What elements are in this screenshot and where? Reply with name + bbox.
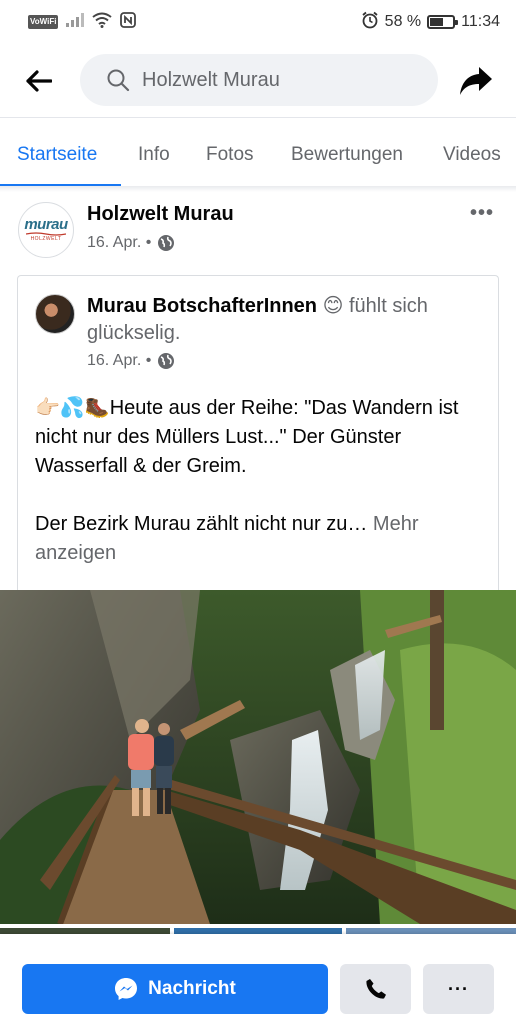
post-text: 👉🏻💦🥾Heute aus der Reihe: "Das Wandern is… [35,394,490,597]
shared-post-date[interactable]: 16. Apr. • [87,352,151,370]
shared-post-meta: 16. Apr. • [87,352,175,370]
post-text-paragraph: 👉🏻💦🥾Heute aus der Reihe: "Das Wandern is… [35,397,459,477]
post-photo[interactable] [0,590,516,924]
waterfall-hikers-image [0,590,516,924]
battery-icon [427,15,459,29]
call-button[interactable] [340,964,411,1014]
shared-post-title: Murau BotschafterInnen 😊 fühlt sich glüc… [87,293,487,347]
back-button[interactable] [22,64,56,98]
tab-videos[interactable]: Videos [443,144,501,166]
nfc-icon [120,11,137,33]
logo-wordmark: murau [24,216,68,233]
post-options-icon[interactable]: ••• [470,202,494,225]
message-button-label: Nachricht [148,978,236,999]
post-text-paragraph: Der Bezirk Murau zählt nicht nur zu… Meh… [35,510,490,568]
post-date[interactable]: 16. Apr. • [87,234,151,252]
search-field[interactable]: Holzwelt Murau [80,54,438,106]
divider [0,186,516,192]
tab-startseite[interactable]: Startseite [17,144,97,166]
globe-icon [158,235,175,251]
alarm-icon [361,11,379,34]
post-header: murau HOLZWELT Holzwelt Murau 16. Apr. •… [0,198,516,268]
shared-post-card[interactable]: Murau BotschafterInnen 😊 fühlt sich glüc… [17,275,499,595]
tab-info[interactable]: Info [138,144,170,166]
signal-icon [66,12,85,32]
vowifi-badge: VoWiFi [28,15,59,29]
clock: 11:34 [461,13,500,30]
wifi-icon [92,12,113,33]
search-icon [107,69,130,92]
author-name[interactable]: Murau BotschafterInnen [87,295,317,317]
tab-bewertungen[interactable]: Bewertungen [291,144,403,166]
logo-subtitle: HOLZWELT [30,236,62,242]
phone-icon [365,979,386,999]
bottom-action-bar: Nachricht ··· [0,934,516,1024]
back-arrow-icon [26,70,52,92]
page-avatar[interactable]: murau HOLZWELT [18,202,74,258]
message-button[interactable]: Nachricht [22,964,328,1014]
status-bar: VoWiFi 58 % 11:34 [0,0,516,44]
post-meta: 16. Apr. • [87,234,175,252]
page-name[interactable]: Holzwelt Murau [87,203,234,226]
top-bar: Holzwelt Murau [0,52,516,108]
share-icon [460,67,492,95]
post-text-truncated: Der Bezirk Murau zählt nicht nur zu… [35,513,368,535]
share-button[interactable] [456,62,496,100]
globe-icon [158,353,175,369]
tab-fotos[interactable]: Fotos [206,144,254,166]
more-actions-button[interactable]: ··· [423,964,494,1014]
author-avatar[interactable] [35,294,75,334]
battery-percent: 58 % [384,13,422,30]
page-tabs: Startseite Info Fotos Bewertungen Videos [0,117,516,187]
messenger-icon [115,978,138,1000]
search-input-value: Holzwelt Murau [142,68,280,91]
